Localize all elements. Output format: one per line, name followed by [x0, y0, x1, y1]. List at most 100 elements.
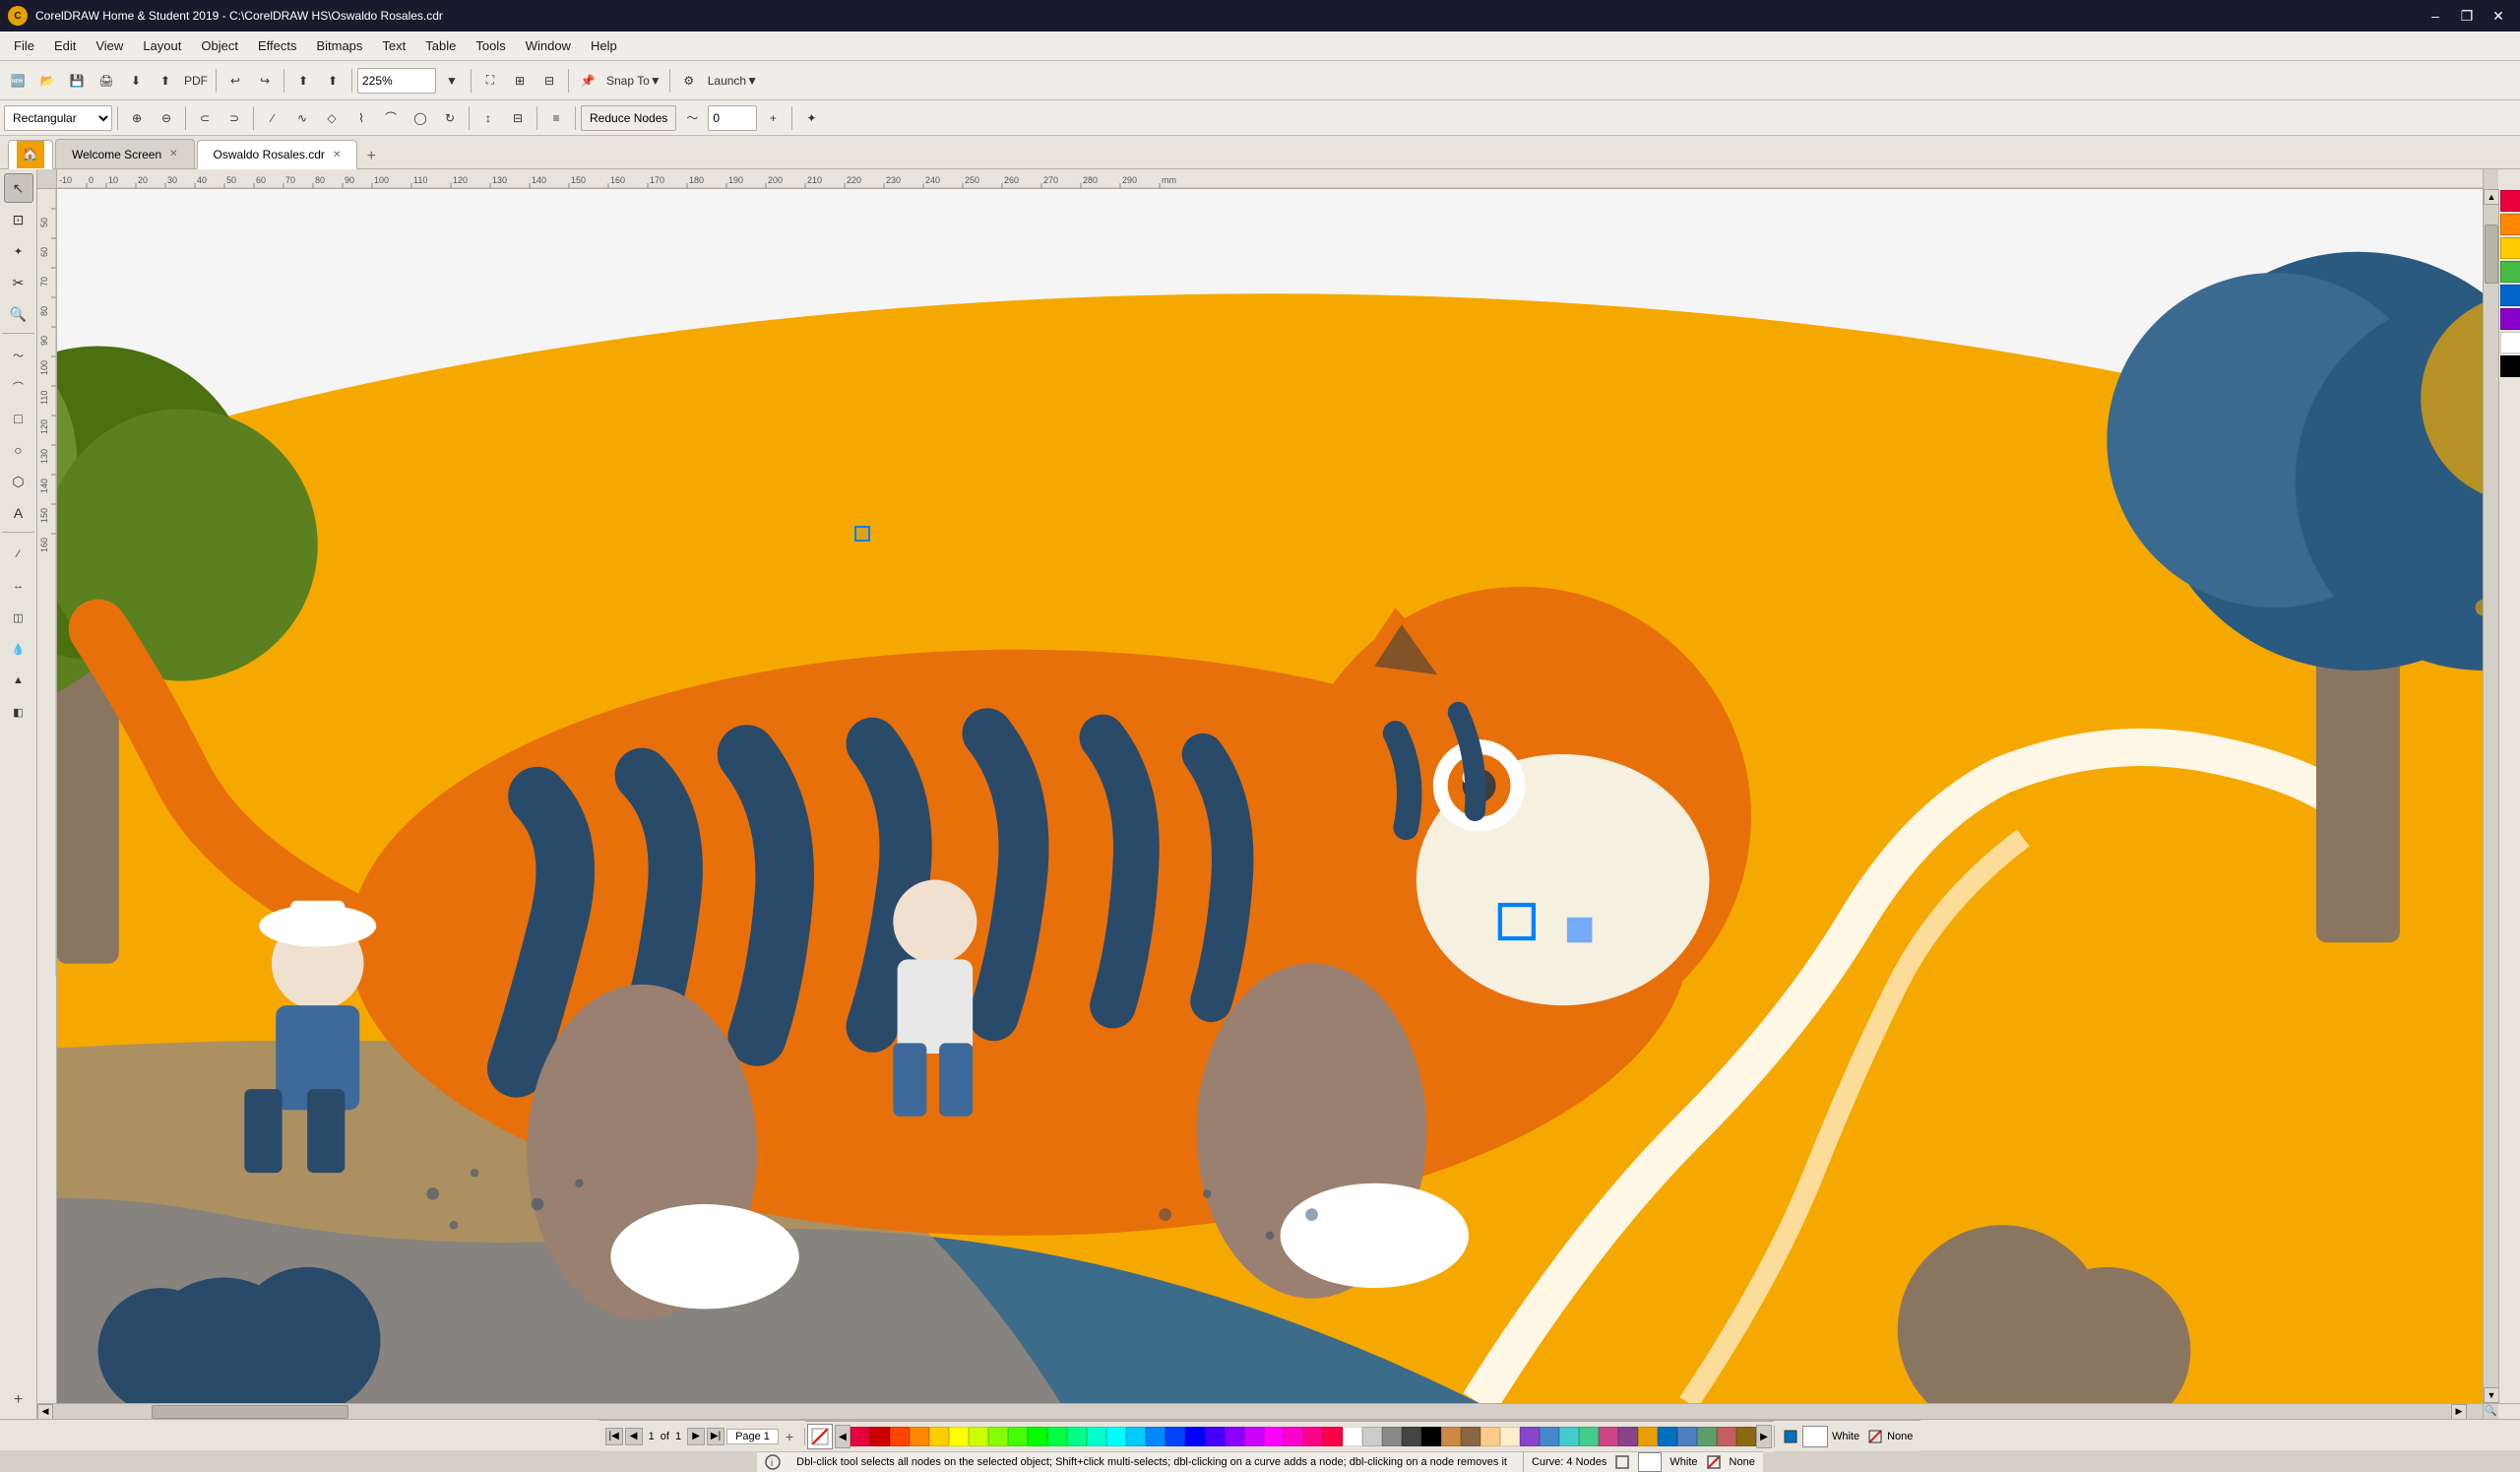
palette-swatch-45[interactable] [1736, 1427, 1756, 1446]
palette-swatch-4[interactable] [929, 1427, 949, 1446]
shadow-tool-button[interactable]: ◫ [4, 603, 33, 632]
node-count-input[interactable] [708, 105, 757, 131]
palette-swatch-43[interactable] [1697, 1427, 1717, 1446]
curve-smoothing-button[interactable]: 〜 [678, 104, 706, 132]
palette-swatch-41[interactable] [1658, 1427, 1677, 1446]
palette-swatch-0[interactable] [850, 1427, 870, 1446]
reverse-curve-button[interactable]: ↻ [436, 104, 464, 132]
palette-swatch-3[interactable] [910, 1427, 929, 1446]
select-tool-button[interactable]: ↖ [4, 173, 33, 203]
zoom-dropdown[interactable]: ▼ [438, 67, 466, 95]
tab-oswaldo-rosales[interactable]: Oswaldo Rosales.cdr ✕ [197, 140, 358, 169]
new-button[interactable]: 🆕 [4, 67, 32, 95]
node-edit-button[interactable]: ✦ [4, 236, 33, 266]
tab-close-welcome[interactable]: ✕ [169, 149, 177, 160]
palette-swatch-38[interactable] [1599, 1427, 1618, 1446]
palette-swatch-33[interactable] [1500, 1427, 1520, 1446]
menu-item-window[interactable]: Window [516, 34, 581, 57]
palette-swatch-6[interactable] [969, 1427, 988, 1446]
palette-swatch-37[interactable] [1579, 1427, 1599, 1446]
horizontal-scrollbar[interactable]: ◀ ▶ 🔍 [37, 1403, 2520, 1419]
page-name-label[interactable]: Page 1 [726, 1429, 779, 1444]
text-tool-button[interactable]: A [4, 498, 33, 528]
palette-swatch-11[interactable] [1067, 1427, 1087, 1446]
shape-select[interactable]: Rectangular [4, 105, 112, 131]
palette-swatch-28[interactable] [1402, 1427, 1421, 1446]
scroll-down-button[interactable]: ▼ [2484, 1387, 2499, 1403]
palette-swatch-39[interactable] [1618, 1427, 1638, 1446]
scroll-track[interactable] [2484, 205, 2498, 1387]
settings-button[interactable]: ⚙ [675, 67, 703, 95]
align-button[interactable]: ⊟ [536, 67, 563, 95]
dimension-tool-button[interactable]: ↔ [4, 571, 33, 601]
page-next-button[interactable]: ▶ [687, 1428, 705, 1445]
palette-swatch-25[interactable] [1343, 1427, 1362, 1446]
palette-swatch-20[interactable] [1244, 1427, 1264, 1446]
menu-item-table[interactable]: Table [415, 34, 466, 57]
freehand-tool-button[interactable]: 〜 [4, 341, 33, 370]
palette-swatch-19[interactable] [1225, 1427, 1244, 1446]
palette-swatch-30[interactable] [1441, 1427, 1461, 1446]
minimize-button[interactable]: – [2422, 6, 2449, 26]
reduce-nodes-button[interactable]: Reduce Nodes [581, 105, 676, 131]
palette-swatch-27[interactable] [1382, 1427, 1402, 1446]
palette-swatch-22[interactable] [1284, 1427, 1303, 1446]
extend-button[interactable]: ↕ [474, 104, 502, 132]
palette-swatch-16[interactable] [1166, 1427, 1185, 1446]
scroll-up-button[interactable]: ▲ [2484, 189, 2499, 205]
palette-swatch-35[interactable] [1540, 1427, 1559, 1446]
full-screen-button[interactable]: ⛶ [476, 67, 504, 95]
palette-swatch-9[interactable] [1028, 1427, 1047, 1446]
node-count-up[interactable]: + [759, 104, 787, 132]
zoom-tool-button[interactable]: 🔍 [4, 299, 33, 329]
palette-swatch-12[interactable] [1087, 1427, 1106, 1446]
tab-close-file[interactable]: ✕ [333, 150, 341, 160]
ellipse-tool-button[interactable]: ○ [4, 435, 33, 465]
grid-button[interactable]: ⊞ [506, 67, 534, 95]
right-swatch-2[interactable] [2500, 214, 2520, 235]
tab-welcome-screen[interactable]: Welcome Screen ✕ [55, 139, 195, 168]
page-first-button[interactable]: |◀ [605, 1428, 623, 1445]
palette-scroll-left[interactable]: ◀ [835, 1425, 850, 1448]
palette-swatch-42[interactable] [1677, 1427, 1697, 1446]
palette-swatch-24[interactable] [1323, 1427, 1343, 1446]
publish-button[interactable]: ⬆ [289, 67, 317, 95]
menu-item-view[interactable]: View [86, 34, 133, 57]
snap-icon[interactable]: 📌 [574, 67, 601, 95]
fill-status-box[interactable] [1638, 1452, 1662, 1472]
add-page-palette-button[interactable]: + [781, 1428, 798, 1445]
palette-swatch-18[interactable] [1205, 1427, 1225, 1446]
palette-none-swatch[interactable] [807, 1424, 833, 1449]
fill-bucket-button[interactable]: ▲ [4, 666, 33, 695]
tab-home[interactable]: 🏠 [8, 140, 53, 169]
palette-swatch-14[interactable] [1126, 1427, 1146, 1446]
menu-item-effects[interactable]: Effects [248, 34, 307, 57]
scroll-thumb[interactable] [2485, 224, 2498, 284]
palette-swatch-7[interactable] [988, 1427, 1008, 1446]
right-swatch-1[interactable] [2500, 190, 2520, 212]
import-button[interactable]: ⬇ [122, 67, 150, 95]
symmetrical-node-button[interactable]: ⌒ [377, 104, 405, 132]
page-prev-button[interactable]: ◀ [625, 1428, 643, 1445]
curve-segment-button[interactable]: ∿ [288, 104, 316, 132]
smooth-node-button[interactable]: ⌇ [347, 104, 375, 132]
undo-button[interactable]: ↩ [221, 67, 249, 95]
palette-swatch-10[interactable] [1047, 1427, 1067, 1446]
right-swatch-3[interactable] [2500, 237, 2520, 259]
save-button[interactable]: 💾 [63, 67, 91, 95]
join-nodes-button[interactable]: ⊂ [191, 104, 219, 132]
palette-swatch-29[interactable] [1421, 1427, 1441, 1446]
right-swatch-8[interactable] [2500, 355, 2520, 377]
scroll-right-button[interactable]: ▶ [2451, 1404, 2467, 1420]
line-segment-button[interactable]: ∕ [259, 104, 286, 132]
close-curve-button[interactable]: ◯ [407, 104, 434, 132]
menu-item-layout[interactable]: Layout [133, 34, 191, 57]
cusp-node-button[interactable]: ◇ [318, 104, 346, 132]
menu-item-edit[interactable]: Edit [44, 34, 86, 57]
palette-swatch-2[interactable] [890, 1427, 910, 1446]
launch-button[interactable]: Launch ▼ [705, 67, 761, 95]
artwork-viewport[interactable] [57, 189, 2483, 1403]
menu-item-help[interactable]: Help [581, 34, 627, 57]
palette-swatch-36[interactable] [1559, 1427, 1579, 1446]
palette-swatch-40[interactable] [1638, 1427, 1658, 1446]
